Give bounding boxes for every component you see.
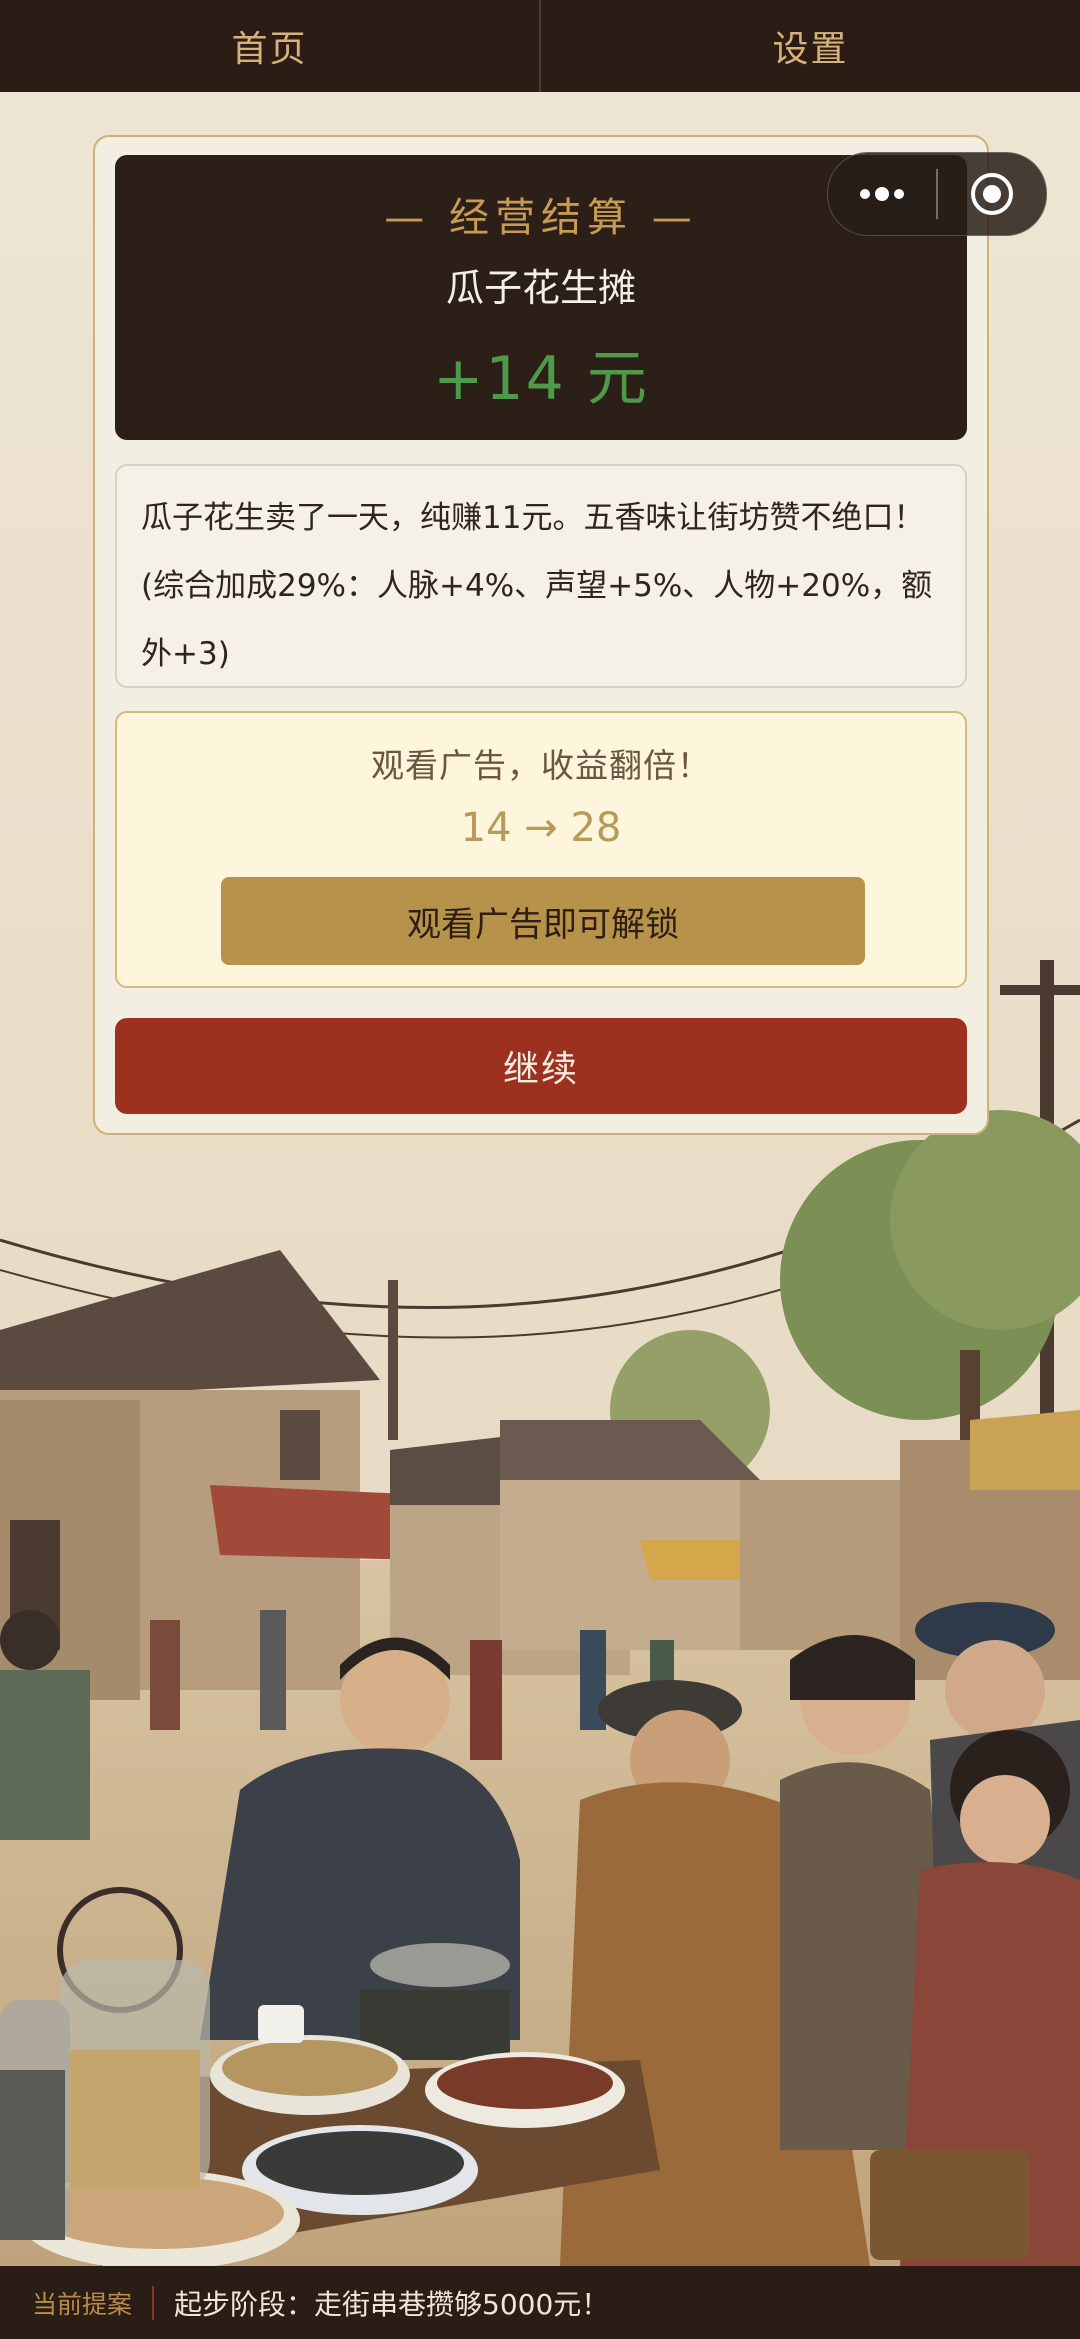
continue-button[interactable]: 继续	[115, 1018, 967, 1114]
watch-ad-button[interactable]: 观看广告即可解锁	[221, 877, 865, 965]
proposal-label: 当前提案	[32, 2289, 133, 2319]
ad-double-box: 观看广告，收益翻倍！ 14 → 28 观看广告即可解锁	[115, 711, 967, 988]
stall-name: 瓜子花生摊	[445, 266, 636, 310]
top-nav: 首页 设置	[0, 0, 1080, 92]
miniprogram-capsule	[827, 152, 1047, 236]
tab-home[interactable]: 首页	[0, 0, 539, 92]
more-dots-icon[interactable]	[828, 184, 936, 204]
result-description: 瓜子花生卖了一天，纯赚11元。五香味让街坊赞不绝口！(综合加成29%：人脉+4%…	[115, 464, 967, 688]
ad-title: 观看广告，收益翻倍！	[371, 746, 711, 785]
tab-settings[interactable]: 设置	[541, 0, 1080, 92]
ad-calculation: 14 → 28	[460, 805, 622, 851]
target-circle-icon[interactable]	[938, 170, 1046, 218]
proposal-text: 起步阶段：走街串巷攒够5000元！	[174, 2287, 610, 2321]
profit-amount: +14 元	[433, 344, 649, 414]
settlement-card: — 经营结算 — 瓜子花生摊 +14 元 瓜子花生卖了一天，纯赚11元。五香味让…	[93, 135, 989, 1135]
bottom-proposal-bar: 当前提案 起步阶段：走街串巷攒够5000元！	[0, 2266, 1080, 2339]
proposal-divider	[152, 2285, 155, 2320]
